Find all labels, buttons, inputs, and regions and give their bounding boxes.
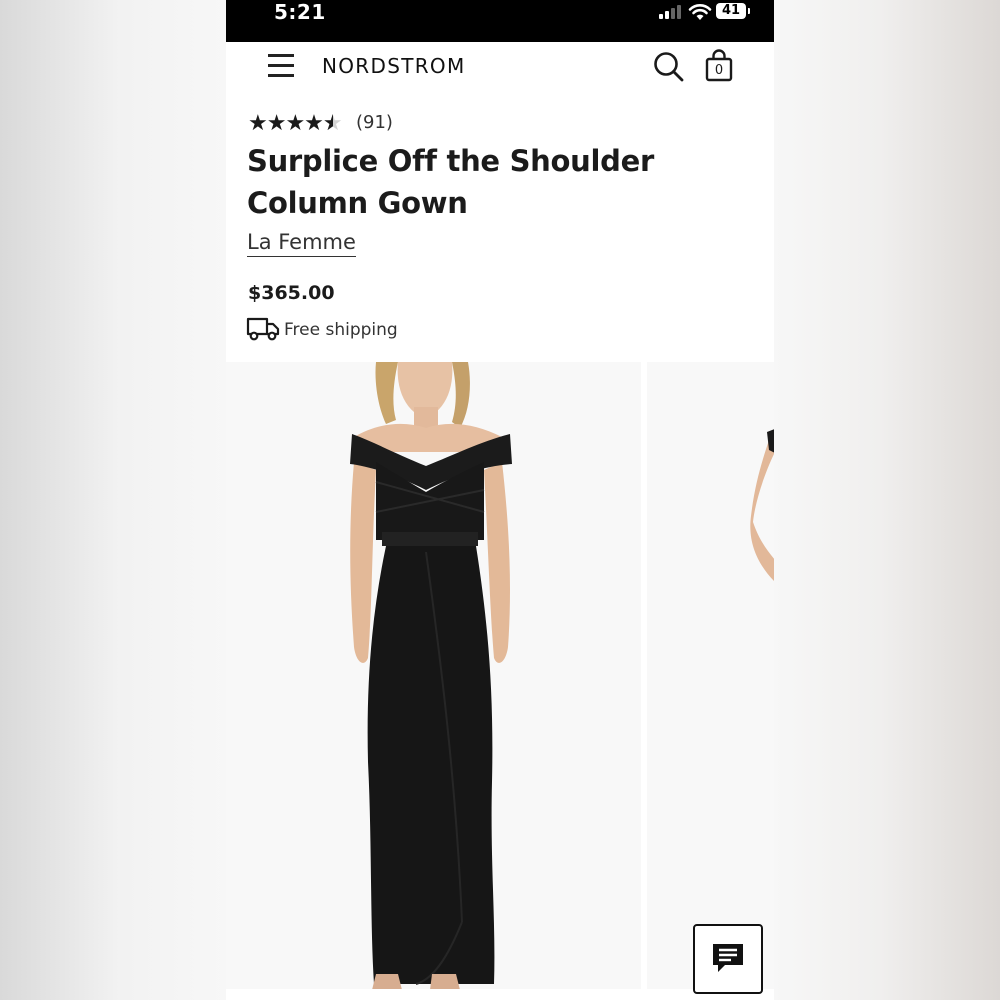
chat-icon bbox=[713, 944, 743, 972]
status-time: 5:21 bbox=[274, 0, 326, 24]
brand-logo[interactable]: NORDSTROM bbox=[322, 54, 466, 78]
phone-screen: 5:21 41 NORDSTROM 0 ★★★★★ ★ (91) Surplic… bbox=[226, 0, 774, 1000]
battery-level: 41 bbox=[721, 3, 741, 18]
review-count[interactable]: (91) bbox=[356, 112, 393, 133]
model-in-black-gown-illustration bbox=[350, 362, 512, 990]
bottom-strip bbox=[226, 989, 774, 1000]
battery-icon: 41 bbox=[716, 3, 746, 19]
product-brand-link[interactable]: La Femme bbox=[247, 230, 356, 257]
wifi-icon bbox=[688, 4, 712, 20]
status-bar: 5:21 41 bbox=[226, 0, 774, 42]
chat-button[interactable] bbox=[693, 924, 763, 994]
search-icon[interactable] bbox=[652, 50, 686, 84]
menu-icon[interactable] bbox=[268, 54, 294, 77]
secondary-product-photo[interactable] bbox=[647, 362, 774, 990]
rating-stars: ★★★★★ ★ bbox=[248, 110, 343, 135]
product-price: $365.00 bbox=[248, 282, 335, 304]
main-product-photo[interactable] bbox=[226, 362, 641, 990]
model-partial-illustration bbox=[750, 429, 774, 581]
cellular-signal-icon bbox=[659, 5, 683, 19]
battery-tip bbox=[748, 8, 750, 14]
shopping-bag-icon[interactable]: 0 bbox=[704, 48, 734, 84]
product-image-gallery[interactable] bbox=[226, 362, 774, 992]
app-header: NORDSTROM 0 bbox=[226, 42, 774, 92]
truck-icon bbox=[246, 317, 280, 341]
product-title: Surplice Off the Shoulder Column Gown bbox=[247, 144, 654, 220]
shipping-label: Free shipping bbox=[284, 320, 398, 340]
bag-count: 0 bbox=[714, 63, 724, 78]
